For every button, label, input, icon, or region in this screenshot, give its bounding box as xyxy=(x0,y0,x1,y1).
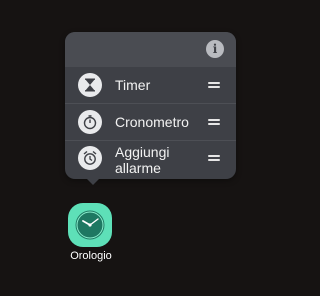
shortcut-timer[interactable]: Timer xyxy=(65,67,236,103)
home-screen: i Timer Cronometro Aggiungi allarme Orol… xyxy=(0,0,320,296)
shortcut-label: Timer xyxy=(115,77,151,93)
drag-handle-icon[interactable] xyxy=(208,119,220,125)
drag-handle-icon[interactable] xyxy=(208,82,220,88)
shortcut-label: Aggiungi allarme xyxy=(115,144,170,176)
popup-header: i xyxy=(65,32,236,67)
clock-icon[interactable] xyxy=(68,203,112,247)
app-shortcut-popup: i Timer Cronometro Aggiungi allarme xyxy=(65,32,236,179)
shortcut-add-alarm[interactable]: Aggiungi allarme xyxy=(65,141,236,177)
shortcut-label: Cronometro xyxy=(115,114,189,130)
shortcut-stopwatch[interactable]: Cronometro xyxy=(65,104,236,140)
alarm-clock-icon xyxy=(78,146,102,170)
hourglass-icon xyxy=(78,73,102,97)
stopwatch-icon xyxy=(78,110,102,134)
popup-pointer xyxy=(86,178,100,185)
drag-handle-icon[interactable] xyxy=(208,155,220,161)
info-icon[interactable]: i xyxy=(206,40,224,58)
app-label: Orologio xyxy=(70,250,112,262)
